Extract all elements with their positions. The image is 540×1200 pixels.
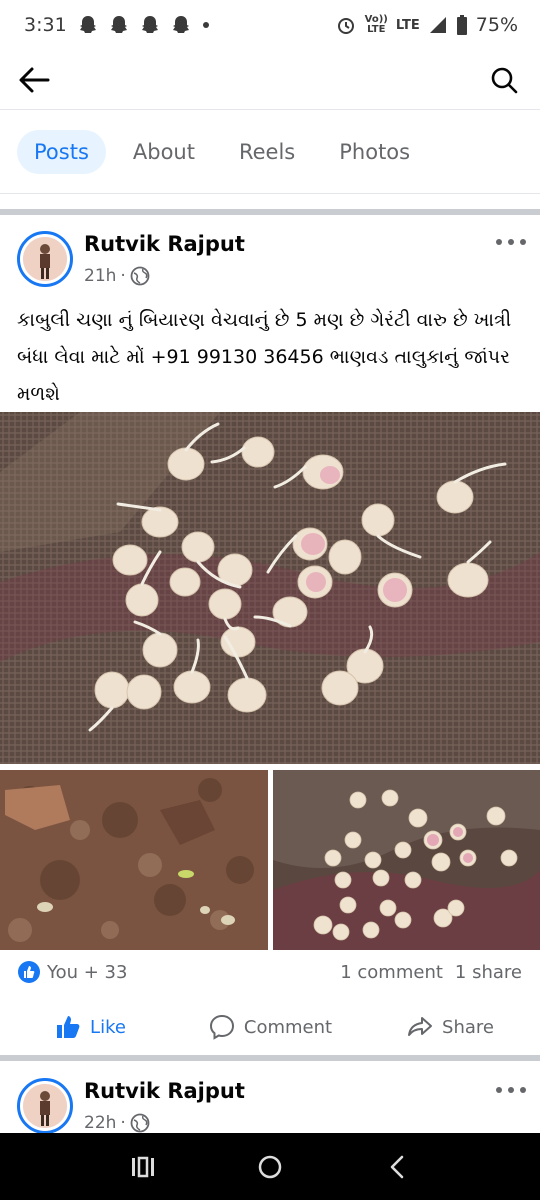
like-button[interactable]: Like bbox=[0, 1003, 180, 1051]
comment-button[interactable]: Comment bbox=[180, 1003, 360, 1051]
meta-separator: · bbox=[120, 266, 126, 286]
notification-icons bbox=[77, 14, 211, 36]
search-icon bbox=[491, 67, 518, 94]
tab-photos[interactable]: Photos bbox=[322, 130, 427, 174]
battery-percent: 75% bbox=[475, 14, 518, 36]
back-button[interactable] bbox=[14, 60, 54, 100]
person-photo-icon bbox=[23, 237, 67, 281]
snapchat-icon bbox=[110, 16, 127, 33]
recent-apps-icon bbox=[132, 1156, 155, 1177]
search-button[interactable] bbox=[484, 60, 524, 100]
engagement-counts: 1 comment 1 share bbox=[340, 962, 522, 983]
person-photo-icon bbox=[23, 1084, 67, 1128]
post-meta: 22h · bbox=[84, 1113, 150, 1133]
post-photo-main[interactable] bbox=[0, 412, 540, 764]
globe-icon bbox=[130, 1113, 150, 1133]
more-dot bbox=[508, 1087, 514, 1093]
avatar-photo bbox=[23, 237, 67, 281]
post-time[interactable]: 22h bbox=[84, 1113, 116, 1133]
top-header bbox=[0, 50, 540, 110]
tab-about[interactable]: About bbox=[116, 130, 212, 174]
system-navigation-bar bbox=[0, 1133, 540, 1200]
post-author-name[interactable]: Rutvik Rajput bbox=[84, 1079, 245, 1103]
meta-separator: · bbox=[120, 1113, 126, 1133]
share-label: Share bbox=[442, 1016, 494, 1038]
reactions-count: You + 33 bbox=[47, 961, 128, 983]
post-more-button[interactable] bbox=[496, 1080, 526, 1100]
status-bar: 3:31 Vo)) LTE LTE 75% bbox=[0, 0, 540, 50]
post-photo-soil[interactable] bbox=[0, 770, 268, 950]
more-horizontal-icon bbox=[496, 239, 502, 245]
shares-count[interactable]: 1 share bbox=[455, 962, 522, 983]
tab-reels[interactable]: Reels bbox=[222, 130, 312, 174]
more-dot bbox=[520, 239, 526, 245]
post-photo-seeds-closeup[interactable] bbox=[273, 770, 540, 950]
share-icon bbox=[408, 1017, 433, 1036]
more-dot bbox=[508, 239, 514, 245]
like-label: Like bbox=[90, 1016, 126, 1038]
section-divider bbox=[0, 1055, 540, 1061]
globe-icon bbox=[130, 266, 150, 286]
more-dot bbox=[520, 1087, 526, 1093]
post-meta: 21h · bbox=[84, 266, 150, 286]
comment-icon bbox=[209, 1014, 234, 1040]
like-reaction-icon bbox=[18, 961, 40, 983]
post-more-button[interactable] bbox=[496, 232, 526, 252]
home-button[interactable] bbox=[245, 1142, 295, 1192]
snapchat-icon bbox=[141, 16, 158, 33]
status-right: Vo)) LTE LTE 75% bbox=[335, 14, 518, 36]
home-circle-icon bbox=[258, 1155, 282, 1178]
snapchat-icon bbox=[172, 16, 189, 33]
comments-count[interactable]: 1 comment bbox=[340, 962, 443, 983]
more-horizontal-icon bbox=[496, 1087, 502, 1093]
recent-apps-button[interactable] bbox=[118, 1142, 168, 1192]
lte-small-label: LTE bbox=[367, 24, 386, 35]
arrow-left-icon bbox=[19, 67, 50, 93]
comment-label: Comment bbox=[243, 1016, 333, 1038]
back-chevron-icon bbox=[390, 1155, 403, 1178]
avatar-photo bbox=[23, 1084, 67, 1128]
soil-image bbox=[0, 770, 268, 950]
tab-posts[interactable]: Posts bbox=[17, 129, 106, 174]
signal-icon bbox=[429, 17, 446, 33]
thumbs-up-icon bbox=[57, 1016, 80, 1038]
system-back-button[interactable] bbox=[372, 1142, 422, 1192]
post-author-name[interactable]: Rutvik Rajput bbox=[84, 232, 245, 256]
reactions-summary[interactable]: You + 33 bbox=[17, 960, 127, 984]
post-body-text: કાબુલી ચણા નું બિયારણ વેચવાનું છે 5 મણ છ… bbox=[17, 309, 512, 405]
lte-label: LTE bbox=[395, 17, 420, 33]
chickpeas-closeup-image bbox=[273, 770, 540, 950]
battery-icon bbox=[456, 15, 467, 35]
chickpeas-on-sack-image bbox=[0, 412, 540, 764]
more-notifications-dot-icon bbox=[202, 22, 209, 28]
profile-tabs: Posts About Reels Photos bbox=[0, 110, 540, 194]
author-avatar[interactable] bbox=[17, 1078, 73, 1134]
status-time: 3:31 bbox=[24, 14, 67, 36]
alarm-icon bbox=[337, 18, 354, 34]
author-avatar[interactable] bbox=[17, 231, 73, 287]
post-time[interactable]: 21h bbox=[84, 266, 116, 286]
snapchat-icon bbox=[79, 16, 96, 33]
post-actions: Like Comment Share bbox=[0, 1003, 540, 1051]
volte-indicator: Vo)) LTE bbox=[365, 15, 388, 35]
share-button[interactable]: Share bbox=[360, 1003, 540, 1051]
